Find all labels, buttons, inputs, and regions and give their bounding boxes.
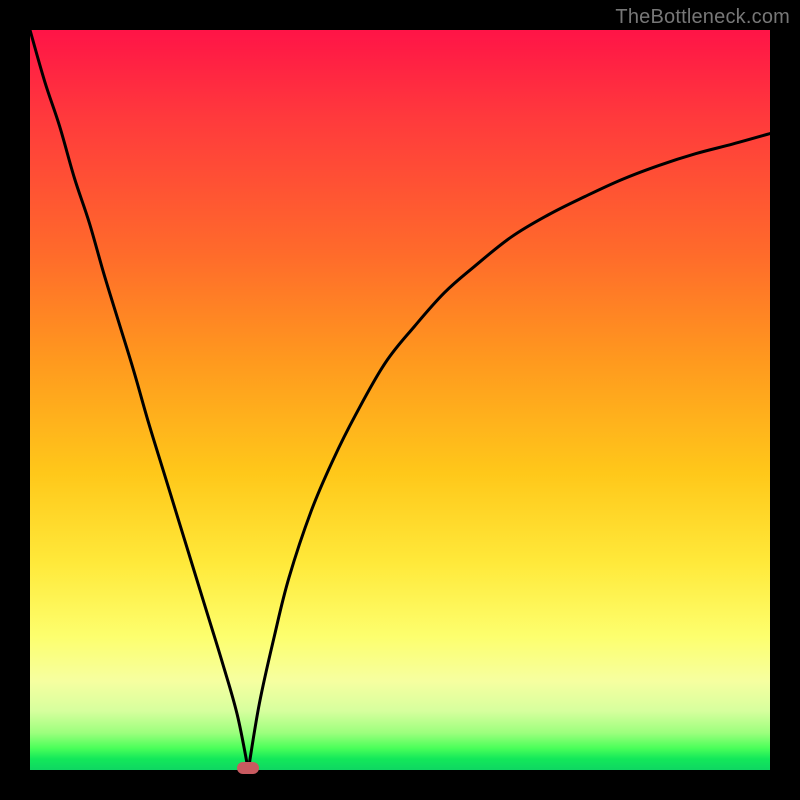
bottleneck-curve — [30, 30, 770, 770]
minimum-marker — [237, 762, 259, 774]
watermark-text: TheBottleneck.com — [615, 6, 790, 29]
curve-left-branch — [30, 30, 248, 770]
curve-right-branch — [248, 134, 770, 770]
chart-frame: TheBottleneck.com — [0, 0, 800, 800]
